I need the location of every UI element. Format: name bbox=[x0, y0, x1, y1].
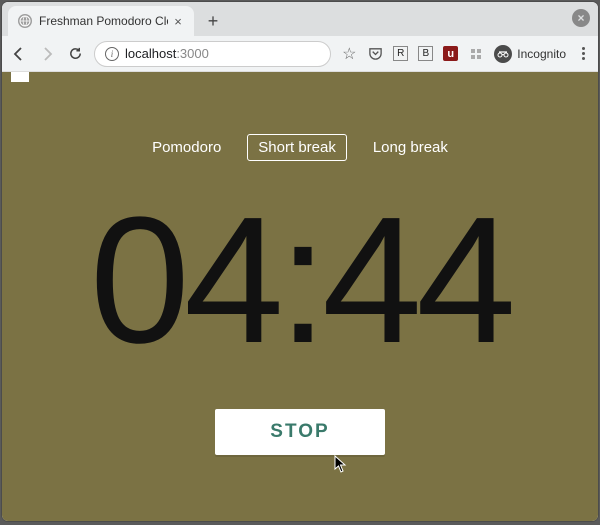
extension-b-icon[interactable]: B bbox=[418, 46, 433, 61]
extension-generic-icon[interactable] bbox=[468, 46, 484, 62]
extension-r-icon[interactable]: R bbox=[393, 46, 408, 61]
url-port: :3000 bbox=[176, 46, 209, 61]
incognito-label: Incognito bbox=[517, 47, 566, 61]
mode-tabs: Pomodoro Short break Long break bbox=[142, 134, 458, 161]
tab-short-break[interactable]: Short break bbox=[247, 134, 347, 161]
back-button[interactable] bbox=[10, 45, 28, 63]
window-close-icon[interactable]: × bbox=[572, 9, 590, 27]
tab-pomodoro[interactable]: Pomodoro bbox=[142, 135, 231, 160]
tab-close-icon[interactable]: × bbox=[172, 15, 184, 27]
tab-bar: Freshman Pomodoro Cloc × + × bbox=[2, 2, 598, 36]
pocket-icon[interactable] bbox=[367, 46, 383, 62]
forward-button[interactable] bbox=[38, 45, 56, 63]
browser-tab[interactable]: Freshman Pomodoro Cloc × bbox=[8, 6, 194, 36]
tab-long-break[interactable]: Long break bbox=[363, 135, 458, 160]
app-content: Pomodoro Short break Long break 04:44 ST… bbox=[2, 72, 598, 521]
timer-display: 04:44 bbox=[90, 191, 510, 371]
mouse-cursor-icon bbox=[334, 455, 348, 473]
url-field[interactable]: i localhost:3000 bbox=[94, 41, 331, 67]
ublock-icon[interactable]: u bbox=[443, 46, 458, 61]
globe-icon bbox=[18, 14, 32, 28]
address-bar: i localhost:3000 ☆ R B u Incognito bbox=[2, 36, 598, 72]
browser-menu-button[interactable] bbox=[576, 47, 590, 60]
bookmark-star-icon[interactable]: ☆ bbox=[341, 46, 357, 62]
stop-button[interactable]: STOP bbox=[215, 409, 385, 455]
reload-button[interactable] bbox=[66, 45, 84, 63]
incognito-indicator[interactable]: Incognito bbox=[494, 45, 566, 63]
tab-title: Freshman Pomodoro Cloc bbox=[39, 14, 168, 28]
browser-window: Freshman Pomodoro Cloc × + × i localhost… bbox=[2, 2, 598, 521]
url-host: localhost bbox=[125, 46, 176, 61]
site-info-icon[interactable]: i bbox=[105, 47, 119, 61]
new-tab-button[interactable]: + bbox=[200, 8, 226, 34]
progress-stub bbox=[11, 72, 29, 82]
incognito-icon bbox=[494, 45, 512, 63]
extension-icons: ☆ R B u Incognito bbox=[341, 45, 590, 63]
